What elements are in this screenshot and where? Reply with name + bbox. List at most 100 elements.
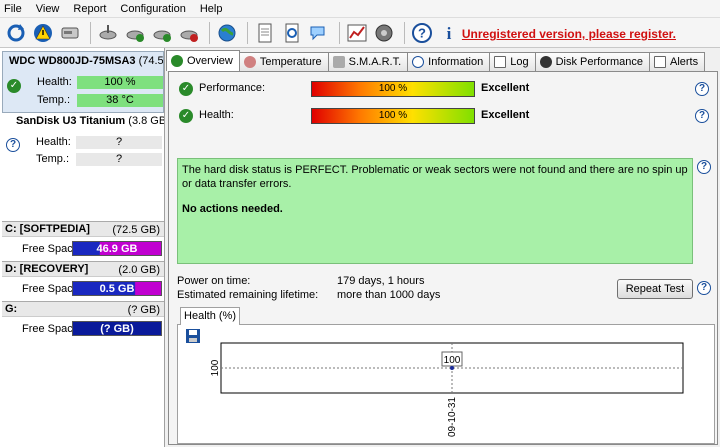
- health-label: Health:: [199, 109, 234, 121]
- help-icon[interactable]: ?: [697, 281, 711, 295]
- partition-item[interactable]: C: [SOFTPEDIA] (72.5 GB) Free Space 46.9 …: [2, 221, 164, 259]
- partition-name: D: [RECOVERY] (2.0 GB): [2, 261, 164, 277]
- menu-help[interactable]: Help: [200, 3, 223, 15]
- disk-list: WDC WD800JD-75MSA3 (74.5 ✓ Health: 100 %…: [0, 48, 165, 447]
- free-space-value: (? GB): [72, 321, 162, 336]
- performance-label: Performance:: [199, 82, 266, 94]
- gauge-icon: [539, 56, 552, 68]
- drive-icon: [332, 56, 345, 68]
- partition-name: C: [SOFTPEDIA] (72.5 GB): [2, 221, 164, 237]
- main-panel: Overview Temperature S.M.A.R.T. Informat…: [166, 48, 720, 447]
- toolbar-separator: [404, 21, 405, 44]
- partition-item[interactable]: G: (? GB) Free Space (? GB): [2, 301, 164, 339]
- status-ok-icon: ✓: [179, 109, 193, 123]
- tab-smart[interactable]: S.M.A.R.T.: [327, 52, 409, 71]
- menu-view[interactable]: View: [36, 3, 60, 15]
- lifetime-value: more than 1000 days: [337, 289, 441, 301]
- health-value: 100 %: [77, 76, 163, 89]
- status-ok-icon: ✓: [179, 82, 193, 96]
- free-space-label: Free Space: [22, 283, 79, 295]
- temp-label: Temp.:: [37, 94, 71, 106]
- toolbar-separator: [339, 21, 340, 44]
- free-space-label: Free Space: [22, 323, 79, 335]
- status-text: The hard disk status is PERFECT. Problem…: [182, 164, 688, 190]
- partition-item[interactable]: D: [RECOVERY] (2.0 GB) Free Space 0.5 GB: [2, 261, 164, 299]
- drive-icon[interactable]: [58, 21, 82, 45]
- tab-disk-performance[interactable]: Disk Performance: [534, 52, 650, 71]
- partition-name: G: (? GB): [2, 301, 164, 317]
- toolbar: ? i Unregistered version, please registe…: [0, 18, 720, 48]
- tab-information[interactable]: Information: [407, 52, 491, 71]
- refresh-document-icon[interactable]: [280, 21, 304, 45]
- info-icon: [412, 56, 425, 68]
- status-ok-icon: ✓: [7, 79, 21, 93]
- chart-icon[interactable]: [345, 21, 369, 45]
- y-tick-label: 100: [210, 359, 221, 376]
- warning-icon[interactable]: [31, 21, 55, 45]
- help-icon[interactable]: ?: [695, 82, 709, 96]
- temp-value: ?: [76, 153, 162, 166]
- toolbar-separator: [90, 21, 91, 44]
- check-icon: [171, 55, 183, 67]
- health-row: ✓ Health: 100 % Excellent ?: [177, 106, 717, 126]
- free-space-value: 0.5 GB: [72, 281, 162, 296]
- satellite-icon[interactable]: [96, 21, 120, 45]
- status-unknown-icon: ?: [6, 138, 20, 152]
- chart-canvas: 100 100 09-10-31: [210, 342, 684, 437]
- satellite-remove-icon[interactable]: [177, 21, 201, 45]
- document-icon[interactable]: [253, 21, 277, 45]
- svg-text:i: i: [447, 24, 452, 43]
- disk-name: SanDisk U3 Titanium (3.8 GB): [16, 115, 164, 127]
- action-text: No actions needed.: [182, 203, 283, 215]
- toolbar-separator: [209, 21, 210, 44]
- health-label: Health:: [36, 136, 71, 148]
- performance-rating: Excellent: [481, 82, 530, 94]
- help-icon[interactable]: ?: [410, 21, 434, 45]
- refresh-icon[interactable]: [4, 21, 28, 45]
- disk-item[interactable]: SanDisk U3 Titanium (3.8 GB) ? Health: ?…: [2, 115, 164, 220]
- temp-value: 38 °C: [77, 94, 163, 107]
- status-message: The hard disk status is PERFECT. Problem…: [177, 158, 693, 264]
- power-on-value: 179 days, 1 hours: [337, 275, 425, 287]
- x-tick-label: 09-10-31: [447, 397, 458, 437]
- globe-icon[interactable]: [215, 21, 239, 45]
- performance-bar: 100 %: [311, 81, 475, 97]
- help-icon[interactable]: ?: [697, 160, 711, 174]
- overview-panel: ✓ Performance: 100 % Excellent ? ✓ Healt…: [168, 71, 718, 445]
- unregistered-link[interactable]: Unregistered version, please register.: [462, 27, 676, 41]
- menu-report[interactable]: Report: [73, 3, 106, 15]
- tab-alerts[interactable]: Alerts: [648, 52, 706, 71]
- lifetime-label: Estimated remaining lifetime:: [177, 289, 319, 301]
- help-icon[interactable]: ?: [695, 109, 709, 123]
- health-chart: 100 100 09-10-31: [177, 324, 715, 444]
- power-on-label: Power on time:: [177, 275, 251, 287]
- speaker-icon[interactable]: [372, 21, 396, 45]
- info-icon[interactable]: i: [437, 21, 461, 45]
- health-rating: Excellent: [481, 109, 530, 121]
- thermometer-icon: [243, 56, 256, 68]
- toolbar-separator: [247, 21, 248, 44]
- point-label: 100: [444, 355, 461, 366]
- menu-file[interactable]: File: [4, 3, 22, 15]
- temp-label: Temp.:: [36, 153, 70, 165]
- tab-overview[interactable]: Overview: [166, 50, 240, 71]
- svg-text:?: ?: [418, 25, 426, 40]
- tab-temperature[interactable]: Temperature: [238, 52, 329, 71]
- health-value: ?: [76, 136, 162, 149]
- menu-configuration[interactable]: Configuration: [120, 3, 185, 15]
- satellite-add-icon[interactable]: [150, 21, 174, 45]
- disk-name: WDC WD800JD-75MSA3 (74.5: [9, 55, 163, 67]
- tab-bar: Overview Temperature S.M.A.R.T. Informat…: [166, 50, 720, 71]
- menu-bar: File View Report Configuration Help: [0, 0, 720, 18]
- disk-item[interactable]: WDC WD800JD-75MSA3 (74.5 ✓ Health: 100 %…: [2, 51, 164, 113]
- data-point: [450, 366, 454, 370]
- free-space-value: 46.9 GB: [72, 241, 162, 256]
- tab-log[interactable]: Log: [489, 52, 536, 71]
- health-label: Health:: [37, 76, 72, 88]
- chat-icon[interactable]: [307, 21, 331, 45]
- performance-row: ✓ Performance: 100 % Excellent ?: [177, 79, 717, 99]
- alert-icon: [653, 56, 666, 68]
- tab-health-chart[interactable]: Health (%): [180, 307, 240, 325]
- satellite-ok-icon[interactable]: [123, 21, 147, 45]
- repeat-test-button[interactable]: Repeat Test: [617, 279, 693, 299]
